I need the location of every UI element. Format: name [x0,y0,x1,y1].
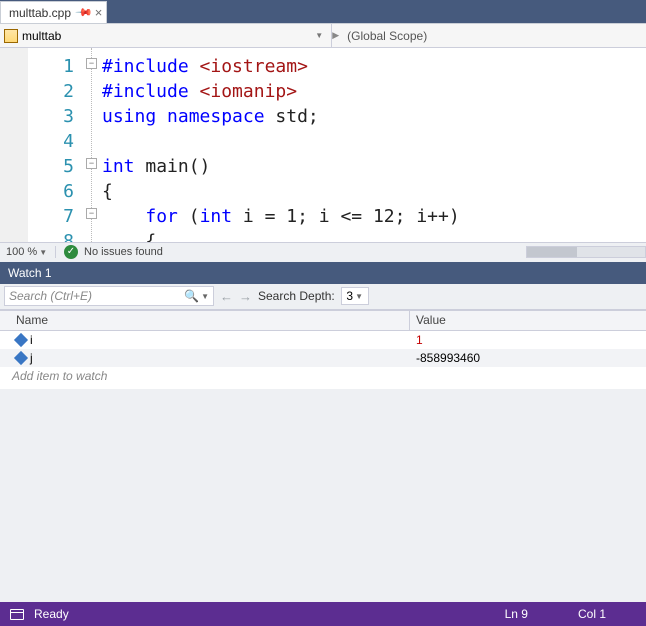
close-icon[interactable]: × [95,5,103,20]
search-depth-value: 3 [346,289,353,303]
window-icon[interactable] [10,609,24,620]
watch-search-input[interactable]: Search (Ctrl+E) 🔍 ▼ [4,286,214,306]
watch-var-name: i [30,333,33,347]
search-icon[interactable]: 🔍 [184,289,199,303]
watch-var-name: j [30,351,33,365]
code-line[interactable]: #include <iomanip> [102,79,646,104]
search-placeholder: Search (Ctrl+E) [9,289,92,303]
nav-back-icon[interactable]: ← [220,289,233,304]
fold-toggle[interactable]: − [86,158,97,169]
chevron-down-icon[interactable]: ▼ [201,292,209,301]
code-editor[interactable]: ➨ 12345678910111213 − − − #include <iost… [0,48,646,242]
line-number: 6 [28,179,74,204]
zoom-value: 100 % [6,246,37,258]
code-line[interactable] [102,129,646,154]
file-icon [4,29,18,43]
document-tab-filename: multtab.cpp [9,6,71,20]
line-number: 2 [28,79,74,104]
search-depth-label: Search Depth: [258,289,335,303]
status-col[interactable]: Col 1 [578,607,606,621]
watch-row[interactable]: i1 [0,331,646,349]
search-depth-dropdown[interactable]: 3 ▼ [341,287,369,305]
document-tab-strip: multtab.cpp 📌 × [0,0,646,24]
nav-separator[interactable]: ▶ [331,24,339,47]
nav-file-label: multtab [22,29,61,43]
watch-var-value: -858993460 [410,351,646,365]
breakpoint-margin[interactable]: ➨ [0,48,28,242]
horizontal-scrollbar[interactable] [526,246,646,258]
line-number: 5 [28,154,74,179]
line-number: 1 [28,54,74,79]
line-number: 8 [28,229,74,242]
watch-var-value: 1 [410,333,646,347]
nav-forward-icon[interactable]: → [239,289,252,304]
watch-panel-title[interactable]: Watch 1 [0,262,646,284]
watch-grid: Name Value i1j-858993460 Add item to wat… [0,310,646,389]
code-nav-bar: multtab ▼ ▶ (Global Scope) [0,24,646,48]
code-line[interactable]: { [102,229,646,242]
code-text-area[interactable]: #include <iostream>#include <iomanip>usi… [102,48,646,242]
watch-row[interactable]: j -858993460 [0,349,646,367]
variable-icon [14,332,28,346]
nav-scope-label: (Global Scope) [347,29,427,43]
chevron-down-icon: ▼ [39,248,47,257]
fold-toggle[interactable]: − [86,208,97,219]
status-line[interactable]: Ln 9 [505,607,528,621]
status-state: Ready [34,607,69,621]
zoom-dropdown[interactable]: 100 % ▼ [0,246,56,258]
watch-col-name[interactable]: Name [0,311,410,330]
status-bar: Ready Ln 9 Col 1 [0,602,646,626]
code-line[interactable]: int main() [102,154,646,179]
line-number: 4 [28,129,74,154]
code-line[interactable]: #include <iostream> [102,54,646,79]
add-watch-item[interactable]: Add item to watch [0,367,646,389]
chevron-down-icon: ▼ [355,292,363,301]
code-line[interactable]: { [102,179,646,204]
line-number: 7 [28,204,74,229]
chevron-down-icon: ▼ [315,31,323,40]
code-fold-margin[interactable]: − − − [84,48,102,242]
variable-icon [14,350,28,364]
watch-col-value[interactable]: Value [410,311,646,330]
watch-toolbar: Search (Ctrl+E) 🔍 ▼ ← → Search Depth: 3 … [0,284,646,310]
nav-scope-dropdown[interactable]: (Global Scope) [339,29,646,43]
document-tab[interactable]: multtab.cpp 📌 × [0,1,107,23]
pin-icon[interactable]: 📌 [74,3,93,22]
fold-toggle[interactable]: − [86,58,97,69]
line-number-gutter: 12345678910111213 [28,48,84,242]
code-line[interactable]: using namespace std; [102,104,646,129]
line-number: 3 [28,104,74,129]
check-circle-icon: ✓ [64,245,78,259]
scrollbar-thumb[interactable] [527,247,577,257]
watch-panel-empty-area [0,389,646,603]
nav-file-dropdown[interactable]: multtab ▼ [0,29,331,43]
code-line[interactable]: for (int i = 1; i <= 12; i++) [102,204,646,229]
editor-footer-bar: 100 % ▼ ✓ No issues found [0,242,646,262]
issues-message: No issues found [84,246,163,258]
watch-grid-header: Name Value [0,311,646,331]
watch-panel-title-text: Watch 1 [8,266,52,280]
